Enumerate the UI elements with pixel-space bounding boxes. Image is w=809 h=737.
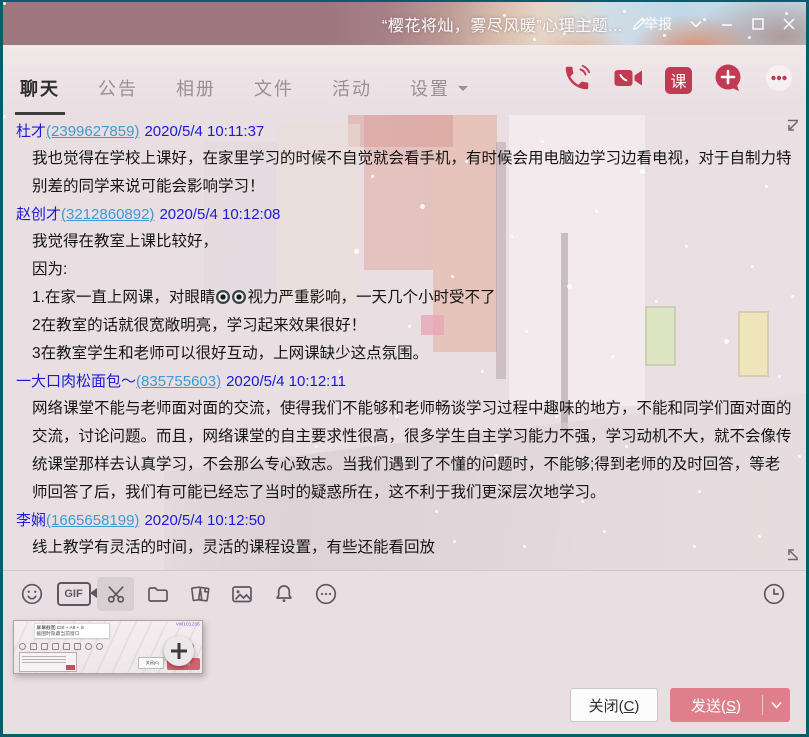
file-transfer-icon[interactable] xyxy=(181,577,218,611)
report-button[interactable]: 举报 xyxy=(644,14,672,34)
scroll-to-top-arrow[interactable] xyxy=(785,118,800,137)
message-line: 3在教室学生和老师可以很好互动，上网课缺少这点氛围。 xyxy=(3,340,806,368)
message-input[interactable]: VM101236 屏幕截图 Ctrl + Alt + S 截图时隐藏当前窗口 关… xyxy=(3,616,806,680)
bell-icon[interactable] xyxy=(265,577,302,611)
gif-icon[interactable]: GIF xyxy=(55,577,92,611)
message-line: 网络课堂不能与老师面对面的交流，使得我们不能够和老师畅谈学习过程中趣味的地方，不… xyxy=(3,395,806,507)
tab-list: 聊天 公告 相册 文件 活动 设置 xyxy=(18,45,470,115)
sender-name: 李娴 xyxy=(16,512,46,529)
sender-qq-link[interactable]: (835755603) xyxy=(136,373,221,390)
message-line: 2在教室的话就很宽敞明亮，学习起来效果很好！ xyxy=(3,312,806,340)
composer-buttons: 关闭(C) 发送(S) xyxy=(3,680,806,722)
snow-decoration xyxy=(3,2,6,5)
message-line: 我觉得在教室上课比较好， xyxy=(3,228,806,256)
send-button[interactable]: 发送(S) xyxy=(670,688,790,722)
sender-name: 一大口肉松面包～ xyxy=(16,373,136,390)
window-title: “樱花将灿，雾尽风暖”心理主题... xyxy=(382,12,623,36)
add-bubble-icon[interactable] xyxy=(713,63,743,98)
message-timestamp: 2020/5/4 10:12:08 xyxy=(159,206,280,223)
image-icon[interactable] xyxy=(223,577,260,611)
message-timestamp: 2020/5/4 10:12:50 xyxy=(144,512,265,529)
class-mode-icon[interactable]: 课 xyxy=(665,67,692,94)
sender-qq-link[interactable]: (2399627859) xyxy=(46,123,139,140)
tabbar: 聊天 公告 相册 文件 活动 设置 课 xyxy=(3,45,806,115)
eyes-emoji-icon xyxy=(216,290,230,304)
minimize-button[interactable] xyxy=(720,17,734,31)
video-call-icon[interactable] xyxy=(613,65,644,96)
qq-group-chat-window: “樱花将灿，雾尽风暖”心理主题... 举报 聊天 公告 相册 文件 活动 设置 xyxy=(0,0,809,737)
class-badge-label: 课 xyxy=(670,68,686,92)
chat-message: 杜才(2399627859) 2020/5/4 10:11:37 我也觉得在学校上… xyxy=(3,118,806,201)
tab-label: 活动 xyxy=(332,75,372,101)
sender-qq-link[interactable]: (3212860892) xyxy=(61,206,154,223)
tab-chat[interactable]: 聊天 xyxy=(18,75,62,115)
tab-label: 相册 xyxy=(176,75,216,101)
eyes-emoji-icon xyxy=(232,290,246,304)
message-body: 我也觉得在学校上课好，在家里学习的时候不自觉就会看手机，有时候会用电脑边学习边看… xyxy=(3,145,806,201)
message-body: 我觉得在教室上课比较好，因为:1.在家一直上网课，对眼睛视力严重影响，一天几个小… xyxy=(3,228,806,368)
tab-album[interactable]: 相册 xyxy=(174,75,218,115)
folder-icon[interactable] xyxy=(139,577,176,611)
chat-message: 赵创才(3212860892) 2020/5/4 10:12:08 我觉得在教室上… xyxy=(3,201,806,368)
tab-actions: 课 xyxy=(562,45,794,115)
attachment-corner-text: VM101236 xyxy=(176,621,200,627)
emoji-icon[interactable] xyxy=(13,577,50,611)
window-controls: 举报 xyxy=(644,2,796,45)
sender-qq-link[interactable]: (1665658199) xyxy=(46,512,139,529)
chat-message: 一大口肉松面包～(835755603) 2020/5/4 10:12:11 网络课… xyxy=(3,368,806,507)
gif-label: GIF xyxy=(57,582,91,606)
message-line: 因为: xyxy=(3,256,806,284)
chat-message-area: 杜才(2399627859) 2020/5/4 10:11:37 我也觉得在学校上… xyxy=(3,115,806,571)
chevron-down-icon[interactable] xyxy=(689,18,703,30)
tab-files[interactable]: 文件 xyxy=(252,75,296,115)
tooltip-line: 截图时隐藏当前窗口 xyxy=(36,631,107,637)
attachment-mini-toolbar xyxy=(19,643,103,650)
attachment-mini-close-button: 关闭(C) xyxy=(138,657,164,669)
tab-settings[interactable]: 设置 xyxy=(408,75,470,115)
chat-message: 李娴(1665658199) 2020/5/4 10:12:50 线上教学有灵活的… xyxy=(3,507,806,562)
screenshot-attachment[interactable]: VM101236 屏幕截图 Ctrl + Alt + S 截图时隐藏当前窗口 关… xyxy=(13,620,203,674)
message-line: 1.在家一直上网课，对眼睛视力严重影响，一天几个小时受不了 xyxy=(3,284,806,312)
close-button[interactable]: 关闭(C) xyxy=(570,688,658,722)
tab-activities[interactable]: 活动 xyxy=(330,75,374,115)
more-tools-icon[interactable] xyxy=(307,577,344,611)
message-list: 杜才(2399627859) 2020/5/4 10:11:37 我也觉得在学校上… xyxy=(3,115,806,562)
sender-name: 赵创才 xyxy=(16,206,61,223)
send-button-label: 发送(S) xyxy=(670,695,762,716)
maximize-button[interactable] xyxy=(751,17,765,31)
message-line: 我也觉得在学校上课好，在家里学习的时候不自觉就会看手机，有时候会用电脑边学习边看… xyxy=(3,145,806,201)
message-header: 赵创才(3212860892) 2020/5/4 10:12:08 xyxy=(3,201,806,228)
message-body: 网络课堂不能与老师面对面的交流，使得我们不能够和老师畅谈学习过程中趣味的地方，不… xyxy=(3,395,806,507)
scroll-to-bottom-arrow[interactable] xyxy=(785,548,800,567)
attachment-plus-icon xyxy=(164,636,194,666)
tab-announcements[interactable]: 公告 xyxy=(96,75,140,115)
message-header: 杜才(2399627859) 2020/5/4 10:11:37 xyxy=(3,118,806,145)
tab-label: 聊天 xyxy=(20,75,60,101)
sender-name: 杜才 xyxy=(16,123,46,140)
send-options-chevron-icon[interactable] xyxy=(763,700,790,710)
message-header: 李娴(1665658199) 2020/5/4 10:12:50 xyxy=(3,507,806,534)
tab-label: 设置 xyxy=(410,75,450,101)
composer-toolbar: GIF xyxy=(3,571,806,616)
attachment-inner-thumbnail xyxy=(19,652,77,672)
close-window-button[interactable] xyxy=(782,17,796,31)
screenshot-scissors-icon[interactable] xyxy=(97,577,134,611)
message-line: 线上教学有灵活的时间，灵活的课程设置，有些还能看回放 xyxy=(3,534,806,562)
tab-label: 公告 xyxy=(98,75,138,101)
tab-label: 文件 xyxy=(254,75,294,101)
more-actions-icon[interactable] xyxy=(764,63,794,98)
message-header: 一大口肉松面包～(835755603) 2020/5/4 10:12:11 xyxy=(3,368,806,395)
message-timestamp: 2020/5/4 10:12:11 xyxy=(226,373,346,390)
message-history-clock-icon[interactable] xyxy=(755,577,792,611)
titlebar: “樱花将灿，雾尽风暖”心理主题... 举报 xyxy=(3,2,806,45)
attachment-tooltip: 屏幕截图 Ctrl + Alt + S 截图时隐藏当前窗口 xyxy=(34,623,110,639)
composer: GIF xyxy=(3,571,806,736)
voice-call-icon[interactable] xyxy=(562,63,592,98)
chevron-down-icon xyxy=(458,86,468,96)
message-timestamp: 2020/5/4 10:11:37 xyxy=(144,123,264,140)
message-body: 线上教学有灵活的时间，灵活的课程设置，有些还能看回放 xyxy=(3,534,806,562)
